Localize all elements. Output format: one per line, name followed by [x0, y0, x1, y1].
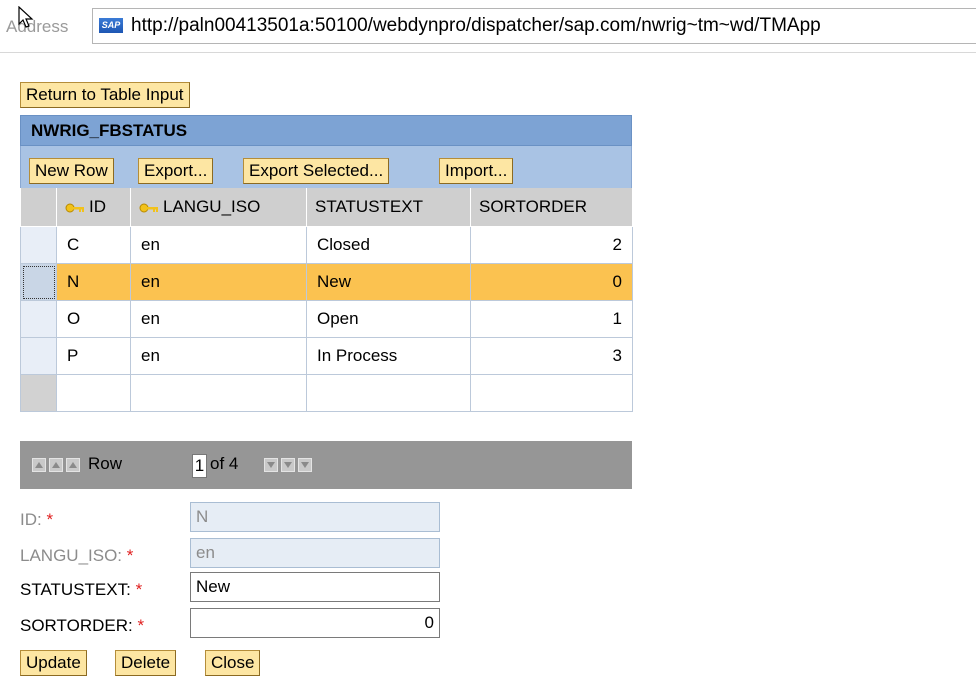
table-header-row: ID LANGU_ISO STATUSTEXT SORTORDER — [20, 188, 633, 227]
return-to-table-input-button[interactable]: Return to Table Input — [20, 82, 190, 108]
sortorder-field[interactable]: 0 — [190, 608, 440, 638]
cell-sortorder: 3 — [470, 337, 633, 375]
next-row-icon[interactable] — [264, 458, 278, 472]
close-button[interactable]: Close — [205, 650, 261, 676]
cell-statustext: Open — [306, 300, 471, 338]
column-header-langu-iso[interactable]: LANGU_ISO — [130, 188, 307, 227]
row-count-label: of 4 — [210, 454, 239, 473]
table-row-selected[interactable]: N en New 0 — [20, 263, 633, 301]
table-toolbar: New Row Export... Export Selected... Imp… — [20, 146, 632, 188]
sortorder-label: SORTORDER: * — [20, 616, 145, 635]
langu-iso-field: en — [190, 538, 440, 568]
last-page-icon[interactable] — [298, 458, 312, 472]
table-title: NWRIG_FBSTATUS — [20, 115, 632, 146]
row-selector[interactable] — [20, 226, 57, 264]
column-header-id[interactable]: ID — [56, 188, 131, 227]
statustext-field[interactable]: New — [190, 572, 440, 602]
first-page-icon[interactable] — [32, 458, 46, 472]
select-all-header[interactable] — [20, 188, 57, 227]
row-label: Row — [88, 454, 123, 473]
table-row[interactable]: O en Open 1 — [20, 300, 633, 338]
cell-empty — [130, 374, 307, 412]
cell-langu-iso: en — [130, 300, 307, 338]
id-field: N — [190, 502, 440, 532]
cell-statustext: In Process — [306, 337, 471, 375]
cell-langu-iso: en — [130, 226, 307, 264]
delete-button[interactable]: Delete — [115, 650, 177, 676]
table-row[interactable]: C en Closed 2 — [20, 226, 633, 264]
cell-sortorder: 0 — [470, 263, 633, 301]
cell-empty — [470, 374, 633, 412]
cell-langu-iso: en — [130, 337, 307, 375]
next-page-icon[interactable] — [281, 458, 295, 472]
address-label: Address — [6, 17, 69, 36]
key-icon — [139, 203, 158, 213]
cell-langu-iso: en — [130, 263, 307, 301]
row-selector[interactable] — [20, 300, 57, 338]
statustext-label: STATUSTEXT: * — [20, 580, 143, 599]
update-button[interactable]: Update — [20, 650, 87, 676]
export-selected-button[interactable]: Export Selected... — [243, 158, 390, 184]
previous-row-icon[interactable] — [66, 458, 80, 472]
cell-id: C — [56, 226, 131, 264]
cell-id: N — [56, 263, 131, 301]
cell-statustext: New — [306, 263, 471, 301]
key-icon — [65, 203, 84, 213]
table-row-empty — [20, 374, 633, 412]
address-bar: Address SAP http://paln00413501a:50100/w… — [0, 0, 976, 53]
row-number-input[interactable]: 1 — [192, 454, 207, 478]
url-field[interactable]: SAP http://paln00413501a:50100/webdynpro… — [92, 8, 976, 44]
row-selector — [20, 374, 57, 412]
column-label-langu-iso: LANGU_ISO — [163, 197, 261, 216]
table-pager: Row 1 of 4 — [20, 441, 632, 489]
import-button[interactable]: Import... — [439, 158, 514, 184]
cell-sortorder: 1 — [470, 300, 633, 338]
column-header-sortorder[interactable]: SORTORDER — [470, 188, 633, 227]
new-row-button[interactable]: New Row — [29, 158, 114, 184]
cell-empty — [306, 374, 471, 412]
mouse-cursor-icon — [18, 6, 34, 28]
column-label-id: ID — [89, 197, 106, 216]
url-text: http://paln00413501a:50100/webdynpro/dis… — [131, 15, 821, 36]
cell-empty — [56, 374, 131, 412]
cell-sortorder: 2 — [470, 226, 633, 264]
column-header-statustext[interactable]: STATUSTEXT — [306, 188, 471, 227]
sap-logo-icon: SAP — [99, 18, 123, 33]
cell-statustext: Closed — [306, 226, 471, 264]
cell-id: O — [56, 300, 131, 338]
row-selector[interactable] — [20, 337, 57, 375]
langu-iso-label: LANGU_ISO: * — [20, 546, 134, 565]
data-table: ID LANGU_ISO STATUSTEXT SORTORDER C en C… — [20, 188, 633, 412]
previous-page-icon[interactable] — [49, 458, 63, 472]
table-row[interactable]: P en In Process 3 — [20, 337, 633, 375]
export-button[interactable]: Export... — [138, 158, 214, 184]
row-selector[interactable] — [20, 263, 57, 301]
cell-id: P — [56, 337, 131, 375]
id-label: ID: * — [20, 510, 54, 529]
